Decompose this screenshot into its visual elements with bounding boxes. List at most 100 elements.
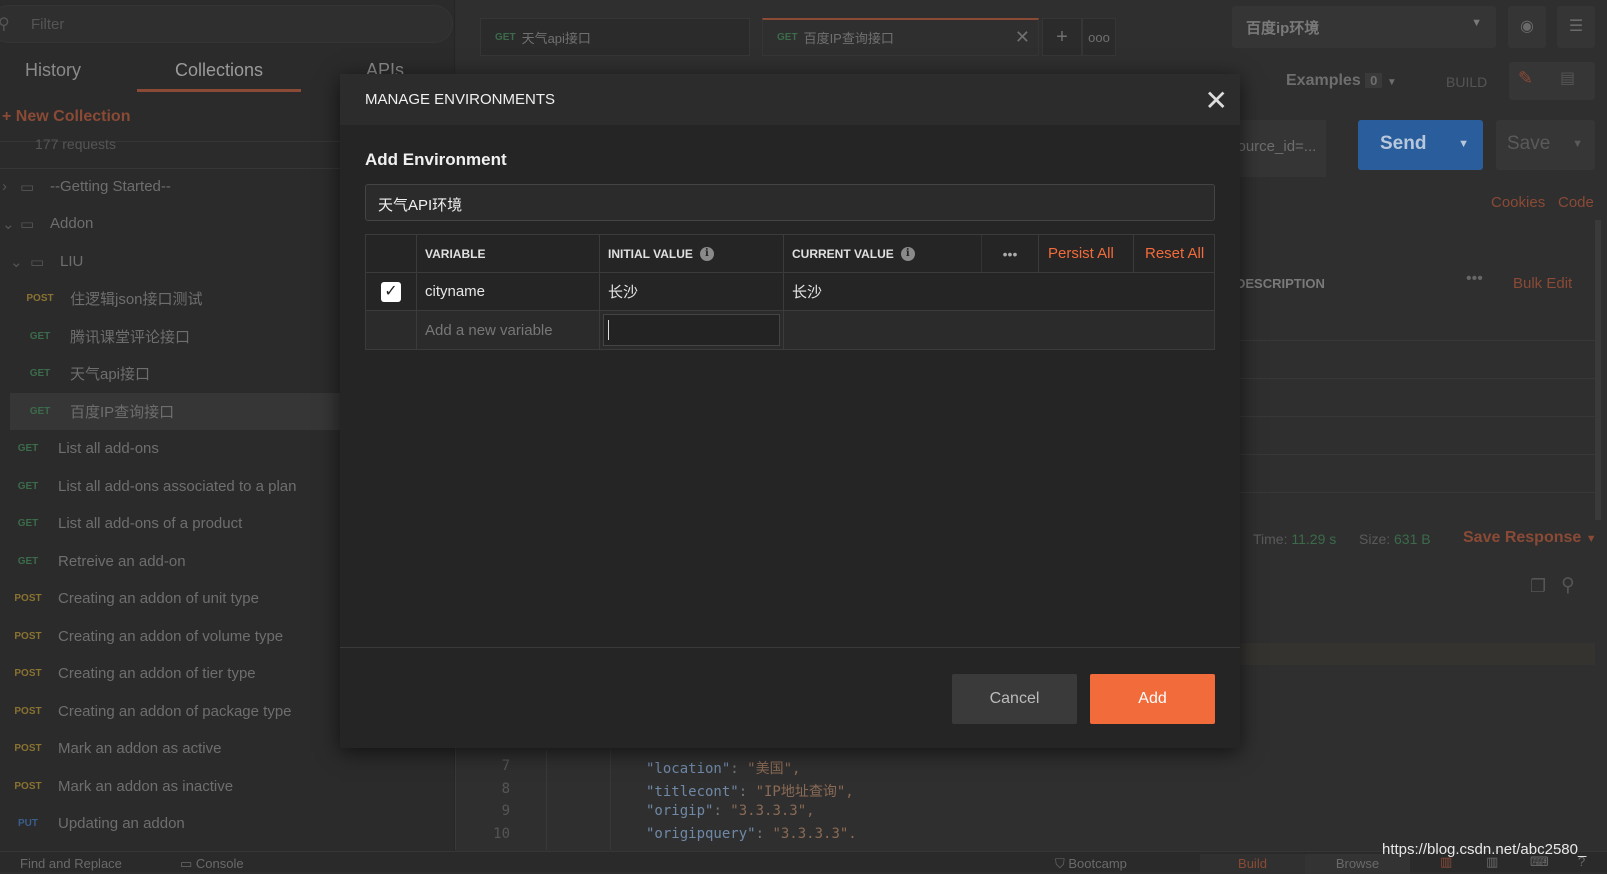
eye-icon[interactable]: ◉	[1508, 6, 1546, 48]
folder-liu[interactable]: ⌄ ▭ LIU	[0, 243, 340, 280]
folder-icon: ▭	[20, 215, 35, 233]
tab-request-1[interactable]: GET 天气api接口	[480, 18, 750, 56]
bootcamp-button[interactable]: ⛉ Bootcamp	[1055, 856, 1127, 872]
request-label: Mark an addon as active	[58, 740, 222, 757]
examples-button[interactable]: Examples 0 ▼	[1286, 72, 1397, 90]
table-header: VARIABLE INITIAL VALUE i CURRENT VALUE i •…	[366, 235, 1214, 273]
code-line: "location": "美国",	[646, 761, 801, 777]
request-label: Creating an addon of volume type	[58, 627, 284, 645]
request-label: 天气api接口	[70, 366, 151, 383]
tab-collections[interactable]: Collections	[175, 60, 263, 81]
method-badge: POST	[26, 293, 54, 304]
enabled-checkbox[interactable]: ✓	[381, 281, 401, 302]
settings-sliders-icon[interactable]: ☰	[1557, 6, 1595, 48]
response-time: Time: 11.29 s	[1253, 531, 1336, 547]
folder-getting-started[interactable]: › ▭ --Getting Started--	[0, 168, 340, 205]
save-button[interactable]: Save ▼	[1496, 120, 1595, 170]
url-input[interactable]: source_id=...	[1226, 120, 1326, 177]
sidebar-request-item[interactable]: GET List all add-ons of a product	[0, 505, 340, 542]
code-link[interactable]: Code	[1558, 194, 1594, 211]
method-badge: GET	[29, 330, 51, 342]
sidebar-request-item[interactable]: GET List all add-ons	[0, 430, 340, 467]
sidebar-request-item[interactable]: GET 天气api接口	[0, 355, 340, 392]
sidebar-request-item[interactable]: POST 住逻辑json接口测试	[0, 280, 340, 317]
json-key: "origipquery"	[646, 825, 756, 842]
new-variable-input[interactable]: Add a new variable	[417, 311, 600, 349]
initial-value-cell[interactable]: 长沙	[600, 273, 784, 310]
method-badge: POST	[14, 668, 42, 679]
sidebar-request-item[interactable]: POST Creating an addon of package type	[0, 693, 340, 730]
modal-header: MANAGE ENVIRONMENTS	[340, 74, 1240, 125]
folder-addon[interactable]: ⌄ ▭ Addon	[0, 205, 340, 242]
pencil-icon[interactable]: ✎	[1518, 68, 1533, 89]
modal-title: MANAGE ENVIRONMENTS	[365, 91, 556, 108]
new-variable-row: Add a new variable	[366, 311, 1214, 349]
sidebar-request-item[interactable]: GET 百度IP查询接口	[10, 392, 350, 430]
request-label: Mark an addon as inactive	[58, 777, 234, 795]
comment-icon[interactable]: ▤	[1560, 68, 1575, 88]
new-tab-button[interactable]: +	[1042, 18, 1082, 56]
initial-value-input[interactable]	[603, 314, 780, 346]
find-replace-button[interactable]: Find and Replace	[20, 856, 122, 871]
method-badge: GET	[17, 443, 39, 454]
filter-placeholder: Filter	[31, 16, 65, 33]
request-label: 腾讯课堂评论接口	[70, 328, 191, 346]
save-response-label: Save Response	[1463, 529, 1582, 546]
chevron-down-icon: ▼	[1572, 138, 1583, 150]
method-badge: POST	[14, 743, 42, 754]
copy-icon[interactable]: ❐	[1530, 576, 1546, 597]
tab-history[interactable]: History	[25, 60, 81, 81]
json-value: "IP地址查询",	[755, 783, 854, 800]
new-collection-button[interactable]: + New Collection	[2, 108, 130, 126]
persist-all-button[interactable]: Persist All	[1039, 235, 1134, 272]
sidebar-request-item[interactable]: POST Creating an addon of volume type	[0, 618, 340, 655]
info-icon[interactable]: i	[900, 246, 915, 261]
more-icon[interactable]: •••	[1466, 270, 1483, 288]
info-icon[interactable]: i	[699, 246, 714, 261]
request-label: Creating an addon of unit type	[58, 590, 259, 607]
close-tab-icon[interactable]: ✕	[1015, 27, 1030, 48]
method-badge: POST	[14, 780, 42, 792]
initial-value-cell	[600, 311, 784, 349]
active-tab-indicator	[137, 89, 301, 92]
scrollbar[interactable]	[1595, 220, 1601, 520]
reset-all-button[interactable]: Reset All	[1134, 235, 1214, 272]
sidebar-request-item[interactable]: POST Creating an addon of unit type	[0, 580, 340, 617]
cancel-button[interactable]: Cancel	[952, 674, 1077, 724]
current-value-cell[interactable]	[784, 311, 1214, 349]
chevron-down-icon: ⌄	[2, 215, 15, 233]
environment-select[interactable]: 百度ip环境 ▼	[1232, 6, 1496, 48]
request-label: 住逻辑json接口测试	[70, 291, 203, 308]
sidebar-request-item[interactable]: POST Mark an addon as active	[0, 730, 340, 767]
method-badge: GET	[17, 518, 39, 529]
current-value-cell[interactable]: 长沙	[784, 273, 1214, 310]
sidebar-request-item[interactable]: GET Retreive an add-on	[0, 543, 340, 580]
close-icon[interactable]: ✕	[1205, 84, 1228, 117]
method-badge: GET	[17, 555, 39, 567]
variable-cell[interactable]: cityname	[417, 273, 600, 310]
cookies-link[interactable]: Cookies	[1491, 194, 1545, 211]
console-button[interactable]: ▭ Console	[180, 856, 244, 872]
more-options-icon[interactable]: •••	[982, 235, 1039, 272]
tab-request-2[interactable]: GET 百度IP查询接口 ✕	[762, 18, 1039, 56]
size-label: Size:	[1359, 531, 1391, 547]
add-button[interactable]: Add	[1090, 674, 1215, 724]
sidebar-request-item[interactable]: POST Mark an addon as inactive	[0, 768, 340, 805]
watermark: https://blog.csdn.net/abc2580_	[1382, 841, 1587, 858]
environment-name-input[interactable]: 天气API环境	[365, 184, 1215, 221]
filter-input[interactable]: Filter	[0, 5, 453, 43]
search-icon[interactable]: ⚲	[1561, 574, 1575, 597]
sidebar-request-item[interactable]: GET List all add-ons associated to a plan	[0, 468, 340, 505]
chevron-down-icon: ▼	[1585, 533, 1597, 545]
save-response-button[interactable]: Save Response ▼	[1463, 529, 1597, 547]
more-tabs-button[interactable]: ooo	[1082, 18, 1116, 56]
bulk-edit-link[interactable]: Bulk Edit	[1513, 275, 1572, 292]
sidebar-request-item[interactable]: GET 腾讯课堂评论接口	[0, 318, 340, 355]
line-number: 9	[501, 803, 510, 819]
save-label: Save	[1507, 133, 1551, 154]
current-value-header: CURRENT VALUE i	[784, 235, 982, 272]
send-button[interactable]: Send ▼	[1358, 120, 1483, 170]
sidebar-request-item[interactable]: PUT Updating an addon	[0, 805, 340, 842]
build-tab[interactable]: Build	[1200, 854, 1305, 874]
sidebar-request-item[interactable]: POST Creating an addon of tier type	[0, 655, 340, 692]
